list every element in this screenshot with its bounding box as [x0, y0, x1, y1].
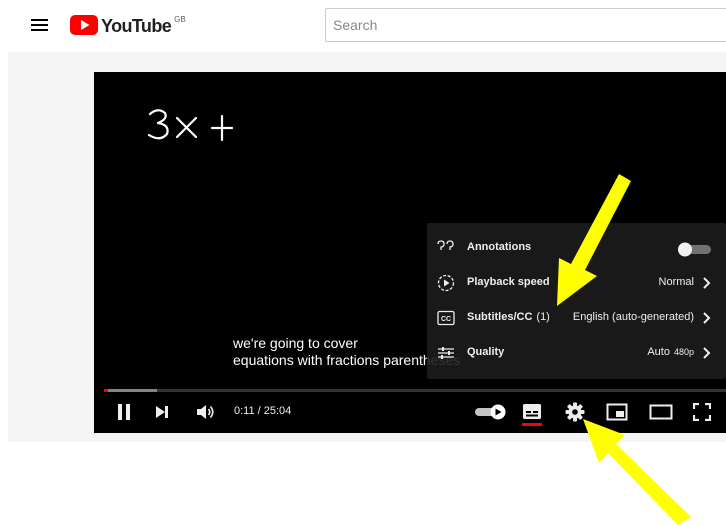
youtube-logo[interactable]: YouTube GB	[70, 15, 186, 37]
subtitles-cc-icon: CC	[437, 310, 455, 326]
chevron-right-icon	[703, 347, 711, 359]
subtitles-label: Subtitles/CC	[467, 311, 533, 323]
menu-item-value: English (auto-generated)	[572, 311, 694, 323]
menu-item-value: Normal	[658, 276, 694, 288]
yellow-arrow-up-left	[583, 419, 691, 525]
chevron-right-icon	[703, 312, 711, 324]
svg-text:CC: CC	[441, 316, 451, 323]
menu-item-label: Subtitles/CC (1)	[467, 311, 550, 323]
menu-item-label: Playback speed	[467, 276, 550, 288]
volume-icon[interactable]	[196, 404, 216, 420]
youtube-play-logo-icon	[70, 15, 98, 35]
subtitles-count: (1)	[536, 311, 550, 323]
menu-item-quality[interactable]: Quality Auto 480p	[427, 336, 726, 370]
speech-bubble-icon	[437, 240, 454, 250]
progress-bar[interactable]	[104, 389, 726, 392]
chevron-right-icon	[703, 277, 711, 289]
subtitles-active-indicator	[522, 423, 542, 426]
youtube-logo-text: YouTube	[101, 16, 172, 36]
next-icon[interactable]	[154, 404, 170, 420]
autoplay-toggle[interactable]	[474, 404, 508, 420]
menu-item-value: Auto 480p	[647, 346, 694, 358]
time-display: 0:11 / 25:04	[234, 405, 292, 417]
menu-item-label: Quality	[467, 346, 505, 358]
progress-played	[104, 389, 109, 392]
country-code: GB	[174, 15, 186, 24]
quality-resolution: 480p	[673, 347, 694, 357]
handwriting-text: 3x +	[94, 72, 95, 73]
handwritten-math	[147, 109, 234, 142]
playback-speed-icon	[437, 274, 455, 292]
subtitles-icon[interactable]	[522, 403, 542, 420]
search-input[interactable]	[325, 8, 726, 42]
quality-value: Auto	[647, 346, 670, 358]
annotations-toggle[interactable]	[677, 241, 713, 257]
quality-sliders-icon	[438, 347, 454, 359]
pause-icon[interactable]	[116, 403, 132, 421]
top-bar: YouTube GB	[0, 0, 726, 50]
yellow-arrow-down-left	[557, 174, 631, 306]
progress-loaded	[104, 389, 157, 392]
menu-item-label: Annotations	[467, 241, 532, 253]
hamburger-menu-icon[interactable]	[31, 19, 48, 32]
